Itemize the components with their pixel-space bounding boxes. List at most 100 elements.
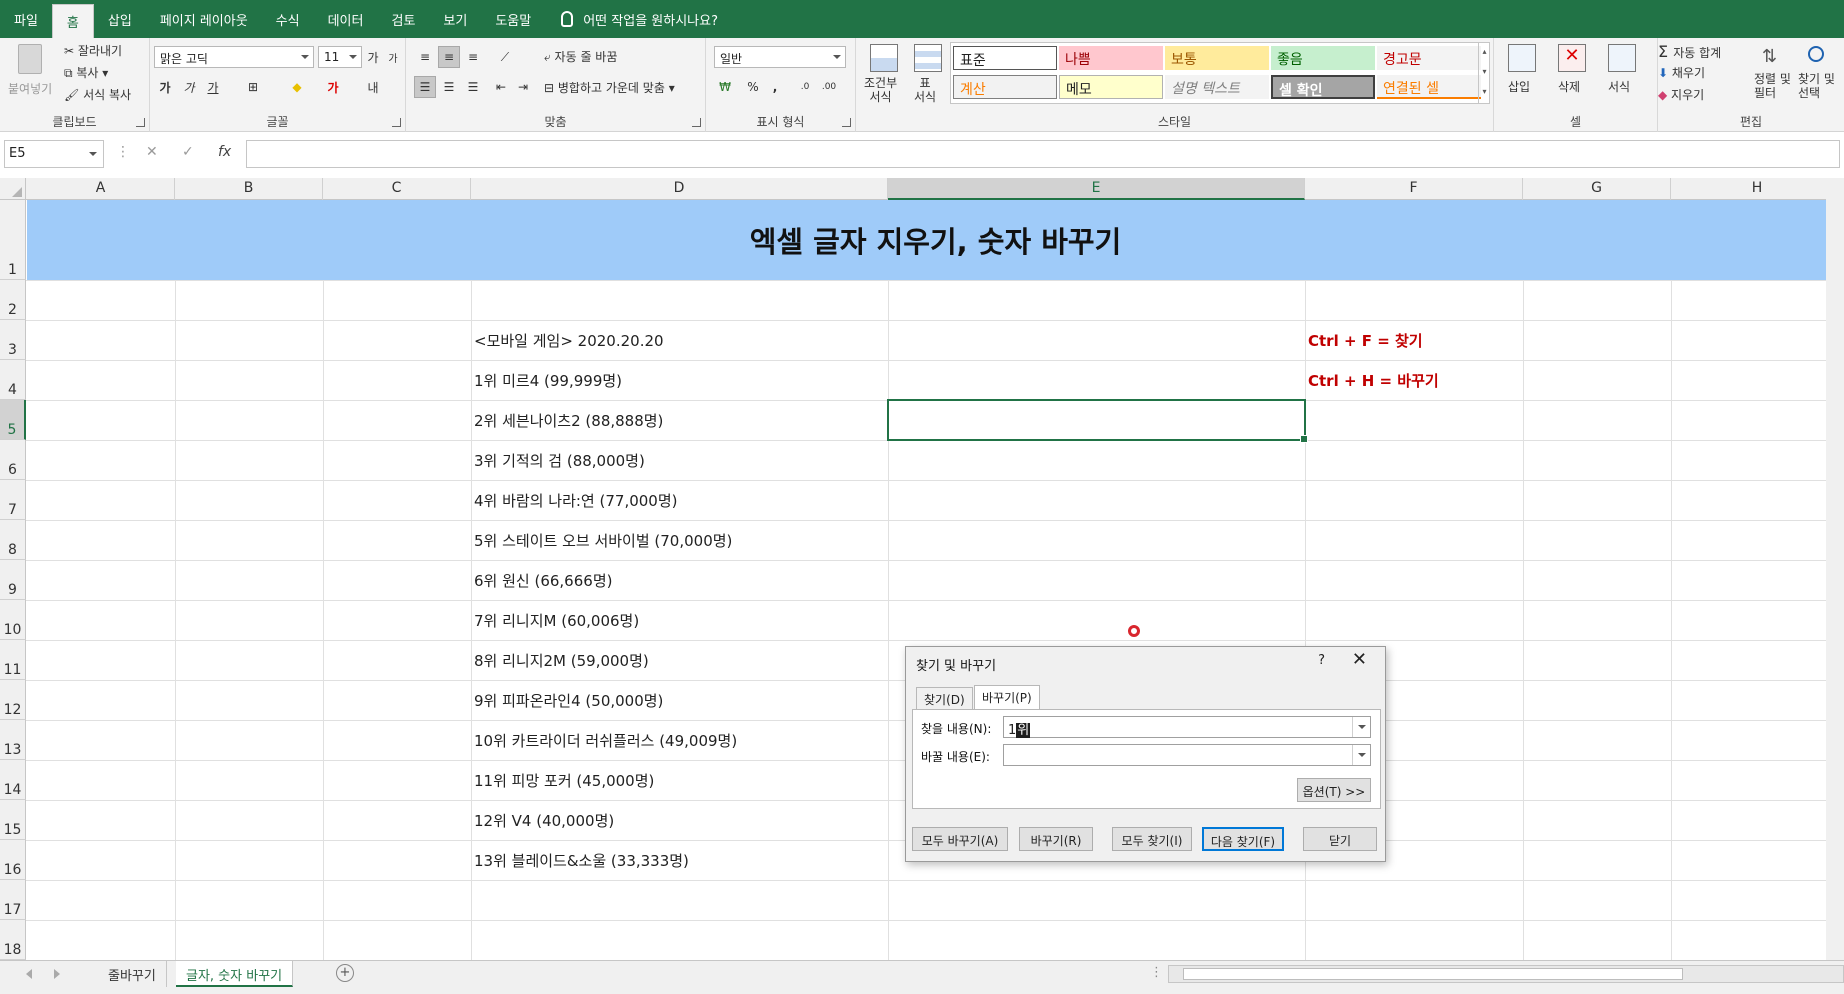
merge-center-button[interactable]: ⊟ 병합하고 가운데 맞춤 ▾: [544, 79, 675, 96]
style-neutral[interactable]: 보통: [1165, 46, 1269, 70]
select-all-corner[interactable]: [0, 178, 26, 200]
insert-function-icon[interactable]: fx: [218, 144, 231, 160]
tab-help[interactable]: 도움말: [481, 0, 545, 38]
font-launcher-icon[interactable]: [392, 118, 401, 127]
column-header-c[interactable]: C: [323, 178, 471, 200]
row-header-18[interactable]: 18: [0, 920, 26, 960]
copy-button[interactable]: ⧉ 복사 ▾: [64, 64, 108, 81]
cell-d10[interactable]: 7위 리니지M (60,006명): [474, 610, 639, 631]
row-header-8[interactable]: 8: [0, 520, 26, 560]
replace-button[interactable]: 바꾸기(R): [1019, 827, 1093, 851]
align-left-icon[interactable]: ☰: [414, 76, 436, 98]
wrap-text-button[interactable]: ⤶ 자동 줄 바꿈: [544, 48, 617, 65]
row-header-5[interactable]: 5: [0, 400, 26, 440]
row-header-16[interactable]: 16: [0, 840, 26, 880]
options-button[interactable]: 옵션(T) >>: [1297, 778, 1371, 802]
cell-d13[interactable]: 10위 카트라이더 러쉬플러스 (49,009명): [474, 730, 737, 751]
style-normal[interactable]: 표준: [953, 46, 1057, 70]
row-header-6[interactable]: 6: [0, 440, 26, 480]
sheet-tab-replace[interactable]: 글자, 숫자 바꾸기: [176, 961, 294, 987]
format-as-table-button[interactable]: 표 서식: [910, 42, 946, 110]
splitter-icon[interactable]: ⋮: [1150, 965, 1163, 980]
row-header-15[interactable]: 15: [0, 800, 26, 840]
clear-button[interactable]: ◆ 지우기: [1658, 86, 1704, 103]
style-good[interactable]: 좋음: [1271, 46, 1375, 70]
chevron-down-icon[interactable]: [1352, 717, 1370, 737]
align-bottom-icon[interactable]: ≡: [462, 46, 484, 68]
align-center-icon[interactable]: ☰: [438, 76, 460, 98]
column-header-b[interactable]: B: [175, 178, 323, 200]
enter-icon[interactable]: ✓: [182, 144, 194, 160]
row-header-14[interactable]: 14: [0, 760, 26, 800]
percent-button[interactable]: %: [742, 76, 764, 98]
tab-file[interactable]: 파일: [0, 0, 52, 38]
tab-find[interactable]: 찾기(D): [916, 687, 973, 709]
cell-d6[interactable]: 3위 기적의 검 (88,000명): [474, 450, 645, 471]
vertical-scrollbar[interactable]: [1826, 178, 1844, 960]
shrink-font-button[interactable]: 가: [382, 46, 404, 68]
insert-cells-button[interactable]: 삽입: [1502, 42, 1542, 110]
add-sheet-icon[interactable]: +: [336, 964, 354, 982]
cell-d4[interactable]: 1위 미르4 (99,999명): [474, 370, 622, 391]
column-header-e[interactable]: E: [888, 178, 1305, 200]
cell-d9[interactable]: 6위 원신 (66,666명): [474, 570, 612, 591]
row-header-17[interactable]: 17: [0, 880, 26, 920]
gallery-scroll[interactable]: ▴ ▾ ▾: [1478, 42, 1490, 104]
grow-font-button[interactable]: 가: [362, 46, 384, 68]
active-cell-e5[interactable]: [887, 399, 1308, 443]
italic-button[interactable]: 가: [178, 76, 200, 98]
tab-review[interactable]: 검토: [377, 0, 429, 38]
alignment-launcher-icon[interactable]: [692, 118, 701, 127]
sheet-title-cell[interactable]: 엑셀 글자 지우기, 숫자 바꾸기: [27, 200, 1844, 280]
style-warning[interactable]: 경고문: [1377, 46, 1481, 70]
tab-data[interactable]: 데이터: [314, 0, 378, 38]
cell-d3[interactable]: <모바일 게임> 2020.20.20: [474, 330, 664, 351]
number-launcher-icon[interactable]: [842, 118, 851, 127]
tab-formulas[interactable]: 수식: [262, 0, 314, 38]
sort-filter-button[interactable]: ⇅ 정렬 및 필터: [1754, 42, 1794, 110]
cell-d15[interactable]: 12위 V4 (40,000명): [474, 810, 614, 831]
replace-with-input[interactable]: [1003, 744, 1371, 766]
tab-insert[interactable]: 삽입: [94, 0, 146, 38]
font-color-icon[interactable]: 가: [322, 76, 344, 98]
format-painter-button[interactable]: 🖌 서식 복사: [64, 86, 131, 103]
tab-replace[interactable]: 바꾸기(P): [974, 685, 1040, 710]
row-header-13[interactable]: 13: [0, 720, 26, 760]
close-button[interactable]: 닫기: [1303, 827, 1377, 851]
help-icon[interactable]: ?: [1318, 653, 1325, 668]
conditional-format-button[interactable]: 조건부 서식: [862, 42, 906, 110]
cut-button[interactable]: ✂ 잘라내기: [64, 42, 122, 59]
autosum-button[interactable]: Σ 자동 합계: [1658, 42, 1721, 61]
row-header-3[interactable]: 3: [0, 320, 26, 360]
row-header-2[interactable]: 2: [0, 280, 26, 320]
prev-sheet-icon[interactable]: [26, 969, 32, 979]
tab-page-layout[interactable]: 페이지 레이아웃: [146, 0, 262, 38]
accounting-icon[interactable]: ₩: [714, 76, 736, 98]
row-header-10[interactable]: 10: [0, 600, 26, 640]
font-name-select[interactable]: 맑은 고딕: [154, 46, 314, 68]
style-note[interactable]: 메모: [1059, 75, 1163, 99]
cell-d11[interactable]: 8위 리니지2M (59,000명): [474, 650, 649, 671]
column-header-g[interactable]: G: [1523, 178, 1671, 200]
column-header-f[interactable]: F: [1305, 178, 1523, 200]
column-header-d[interactable]: D: [471, 178, 888, 200]
style-check-cell[interactable]: 셀 확인: [1271, 75, 1375, 99]
paste-button[interactable]: 붙여넣기: [6, 42, 56, 102]
align-middle-icon[interactable]: ≡: [438, 46, 460, 68]
underline-button[interactable]: 가: [202, 76, 224, 98]
clipboard-launcher-icon[interactable]: [136, 118, 145, 127]
align-right-icon[interactable]: ☰: [462, 76, 484, 98]
border-icon[interactable]: ⊞: [242, 76, 264, 98]
close-icon[interactable]: ✕: [1352, 649, 1367, 670]
replace-all-button[interactable]: 모두 바꾸기(A): [912, 827, 1008, 851]
column-header-h[interactable]: H: [1671, 178, 1844, 200]
row-header-12[interactable]: 12: [0, 680, 26, 720]
row-header-11[interactable]: 11: [0, 640, 26, 680]
style-linked-cell[interactable]: 연결된 셀: [1377, 75, 1481, 99]
tell-me-search[interactable]: 어떤 작업을 원하시나요?: [561, 0, 718, 38]
cell-d14[interactable]: 11위 피망 포커 (45,000명): [474, 770, 654, 791]
cancel-icon[interactable]: ✕: [146, 144, 158, 160]
format-cells-button[interactable]: 서식: [1602, 42, 1642, 110]
next-sheet-icon[interactable]: [54, 969, 60, 979]
decrease-decimal-icon[interactable]: .00: [818, 76, 840, 98]
